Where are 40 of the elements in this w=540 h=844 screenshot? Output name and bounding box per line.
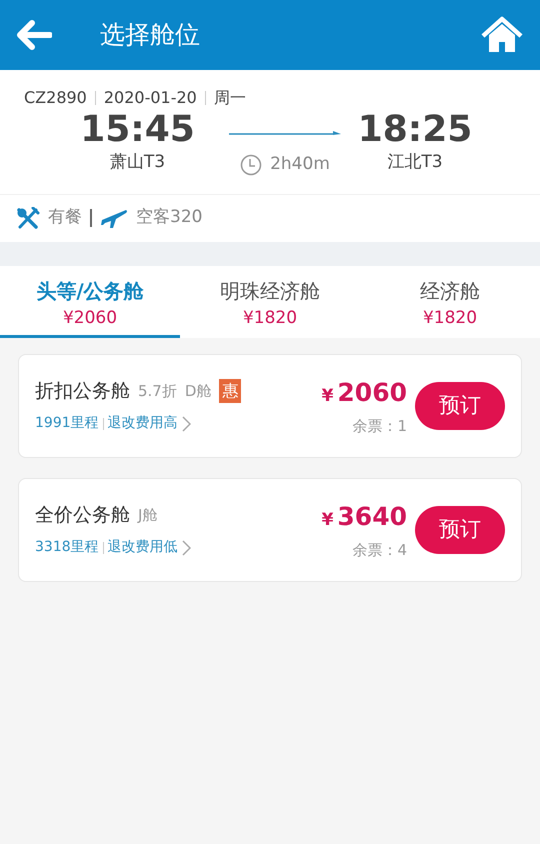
book-button[interactable]: 预订 (415, 506, 505, 554)
book-button[interactable]: 预订 (415, 382, 505, 430)
arrow-icon (229, 128, 341, 137)
discount-tag: 惠 (219, 379, 242, 403)
fare-name: 全价公务舱 (35, 502, 130, 528)
cabin-tab[interactable]: 头等/公务舱 ¥2060 (0, 266, 180, 338)
clock-icon (240, 154, 262, 176)
arrival-airport: 江北T3 (386, 150, 444, 174)
aircraft-type: 空客320 (136, 206, 202, 230)
miles-label: 3318里程 (35, 538, 99, 558)
arrival-time: 18:25 (356, 110, 474, 150)
departure-time: 15:45 (79, 110, 196, 150)
meal-label: 有餐 (48, 206, 82, 230)
cabin-class: D舱 (184, 380, 212, 402)
fare-price: 3640 (337, 500, 407, 532)
refund-link[interactable]: 退改费用高 (108, 413, 178, 434)
chevron-icon (182, 416, 191, 432)
fare-name: 折扣公务舱 (35, 378, 130, 404)
flight-duration: 2h40m (270, 153, 330, 176)
cabin-class: J舱 (138, 504, 158, 526)
departure-airport: 萧山T3 (108, 150, 166, 174)
discount-label: 5.7折 (138, 380, 177, 402)
flight-date: 2020-01-20 (104, 87, 197, 109)
remaining-tickets: 余票：4 (351, 540, 407, 561)
weekday: 周一 (214, 87, 246, 109)
currency-symbol: ¥ (322, 384, 334, 408)
remaining-tickets: 余票：1 (351, 416, 407, 437)
cabin-tab[interactable]: 经济舱 ¥1820 (360, 266, 540, 338)
home-icon[interactable] (480, 16, 524, 54)
back-icon[interactable] (16, 20, 52, 50)
miles-label: 1991里程 (35, 414, 99, 434)
cabin-tab[interactable]: 明珠经济舱 ¥1820 (180, 266, 360, 338)
page-title: 选择舱位 (100, 19, 200, 52)
refund-link[interactable]: 退改费用低 (108, 537, 178, 558)
airplane-icon (100, 207, 128, 229)
flight-number: CZ2890 (24, 87, 87, 109)
currency-symbol: ¥ (322, 508, 334, 532)
cutlery-icon (16, 207, 40, 229)
fare-price: 2060 (337, 376, 407, 408)
chevron-icon (182, 540, 191, 556)
